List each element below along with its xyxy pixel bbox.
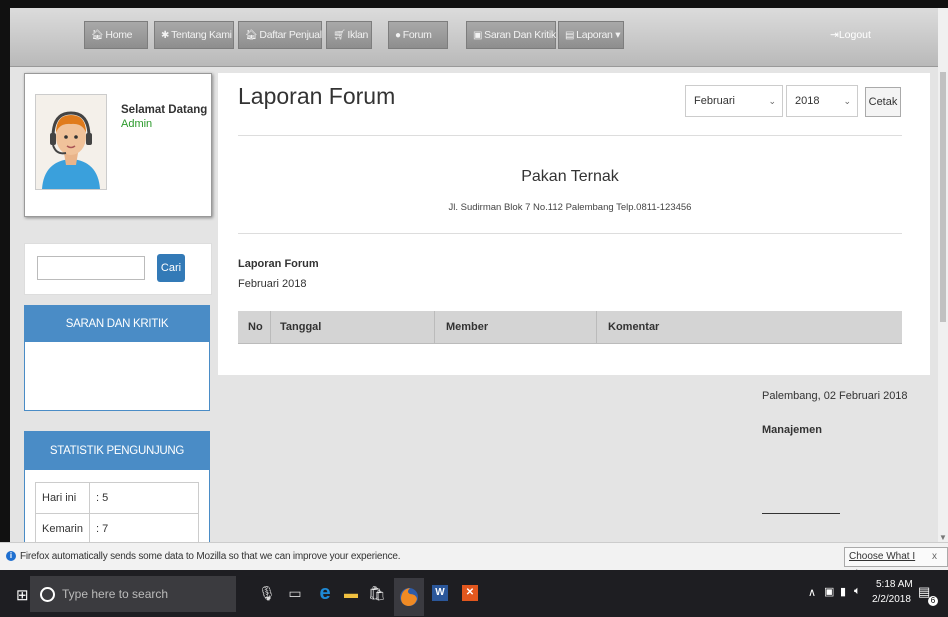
stat-label: Kemarin (35, 513, 90, 545)
close-icon[interactable]: x (932, 543, 937, 571)
chevron-down-icon: ⌄ (843, 96, 851, 106)
notification-message: Firefox automatically sends some data to… (20, 551, 401, 562)
stat-value: : 7 (89, 513, 199, 545)
search-box: Cari (24, 243, 212, 295)
page-scrollbar[interactable]: ▼ (938, 8, 948, 542)
table-row: Hari ini : 5 (35, 482, 199, 514)
book-icon: ▣ (473, 30, 483, 41)
firefox-icon[interactable] (394, 578, 424, 616)
scrollbar-thumb[interactable] (940, 72, 946, 322)
comment-icon: ● (395, 30, 401, 41)
nav-home[interactable]: 🏠︎ Home (84, 21, 148, 49)
signature-city-date: Palembang, 02 Februari 2018 (762, 390, 908, 402)
report-period: Februari 2018 (238, 278, 307, 290)
clock-time[interactable]: 5:18 AM (876, 579, 913, 590)
page-title: Laporan Forum (238, 83, 396, 109)
window-frame-top (0, 0, 948, 8)
caret-down-icon: ▾ (612, 29, 621, 41)
company-address: Jl. Sudirman Blok 7 No.112 Palembang Tel… (448, 202, 692, 213)
column-header: Tanggal (280, 321, 322, 333)
month-select[interactable]: Februari ⌄ (685, 85, 783, 117)
column-header: Member (446, 321, 489, 333)
divider (238, 233, 902, 234)
cart-icon: 🛒︎ (333, 30, 346, 41)
window-frame-left (0, 0, 10, 570)
panel-title: STATISTIK PENGUNJUNG (25, 432, 209, 470)
report-content: Laporan Forum Februari ⌄ 2018 ⌄ Cetak Pa… (218, 73, 930, 375)
network-icon[interactable]: ▣ (824, 585, 834, 598)
nav-logout[interactable]: ⇥Logout (830, 21, 871, 49)
nav-laporan-dropdown[interactable]: ▤ Laporan ▾ (558, 21, 624, 49)
search-input[interactable] (37, 256, 145, 280)
report-table-header: No Tanggal Member Komentar (238, 311, 902, 344)
nav-iklan[interactable]: 🛒︎ Iklan (326, 21, 372, 49)
user-role: Admin (121, 118, 153, 130)
clock-date[interactable]: 2/2/2018 (872, 594, 911, 605)
windows-start-icon[interactable]: ⊞ (16, 586, 29, 604)
profile-card: Selamat Datang Admin (24, 73, 212, 217)
signature-line (762, 513, 840, 514)
user-headset-icon (36, 95, 106, 189)
home-icon: 🏠︎ (91, 30, 104, 41)
firefox-notification-bar: i Firefox automatically sends some data … (0, 542, 948, 580)
nav-tentang-kami[interactable]: ✱ Tentang Kami (154, 21, 234, 49)
windows-taskbar: ⊞ Type here to search 🎙︎ ▭ e ▬ 🛍︎ W ✕ ∧ … (0, 570, 948, 617)
table-row: Kemarin : 7 (35, 513, 199, 545)
cortana-icon (40, 587, 55, 602)
print-button[interactable]: Cetak (865, 87, 901, 117)
info-icon: i (6, 551, 16, 561)
navbar: 🏠︎ Home ✱ Tentang Kami 🏠︎ Daftar Penjual 🛒︎… (10, 8, 938, 67)
search-button[interactable]: Cari (157, 254, 185, 282)
avatar (35, 94, 107, 190)
xampp-icon[interactable]: ✕ (462, 585, 478, 601)
divider (238, 135, 902, 136)
nav-daftar-penjual[interactable]: 🏠︎ Daftar Penjual (238, 21, 322, 49)
volume-icon[interactable]: 🔈︎ (854, 585, 861, 598)
edge-icon[interactable]: e (314, 582, 336, 604)
column-header: Komentar (608, 321, 660, 333)
saran-kritik-panel: SARAN DAN KRITIK (24, 305, 210, 411)
stat-value: : 5 (89, 482, 199, 514)
year-select[interactable]: 2018 ⌄ (786, 85, 858, 117)
store-icon[interactable]: 🛍︎ (366, 582, 388, 604)
firefox-logo-icon (400, 588, 418, 606)
welcome-text: Selamat Datang (121, 104, 208, 116)
column-divider (596, 311, 597, 343)
nav-forum[interactable]: ● Forum (388, 21, 448, 49)
nav-saran-dan-kritik[interactable]: ▣ Saran Dan Kritik (466, 21, 556, 49)
home-icon: 🏠︎ (245, 30, 258, 41)
battery-icon[interactable]: ▮ (840, 585, 846, 598)
panel-title: SARAN DAN KRITIK (25, 306, 209, 342)
chevron-up-icon[interactable]: ∧ (808, 586, 816, 599)
logout-icon: ⇥ (830, 29, 839, 41)
file-explorer-icon[interactable]: ▬ (340, 582, 362, 604)
column-divider (434, 311, 435, 343)
report-title: Laporan Forum (238, 258, 319, 270)
microphone-icon[interactable]: 🎙︎ (256, 582, 278, 604)
report-icon: ▤ (565, 30, 575, 41)
scroll-down-icon[interactable]: ▼ (939, 533, 947, 542)
word-icon[interactable]: W (432, 585, 448, 601)
task-view-icon[interactable]: ▭ (284, 582, 306, 604)
statistik-table: Hari ini : 5 Kemarin : 7 (35, 482, 199, 545)
company-name: Pakan Ternak (521, 168, 619, 185)
signature-role: Manajemen (762, 424, 822, 436)
notification-count-badge: 6 (928, 596, 938, 606)
taskbar-search-placeholder: Type here to search (62, 587, 169, 601)
statistik-panel: STATISTIK PENGUNJUNG Hari ini : 5 Kemari… (24, 431, 210, 545)
taskbar-search[interactable]: Type here to search (30, 576, 236, 612)
asterisk-icon: ✱ (161, 30, 170, 41)
chevron-down-icon: ⌄ (768, 96, 776, 106)
column-header: No (248, 321, 263, 333)
stat-label: Hari ini (35, 482, 90, 514)
column-divider (270, 311, 271, 343)
